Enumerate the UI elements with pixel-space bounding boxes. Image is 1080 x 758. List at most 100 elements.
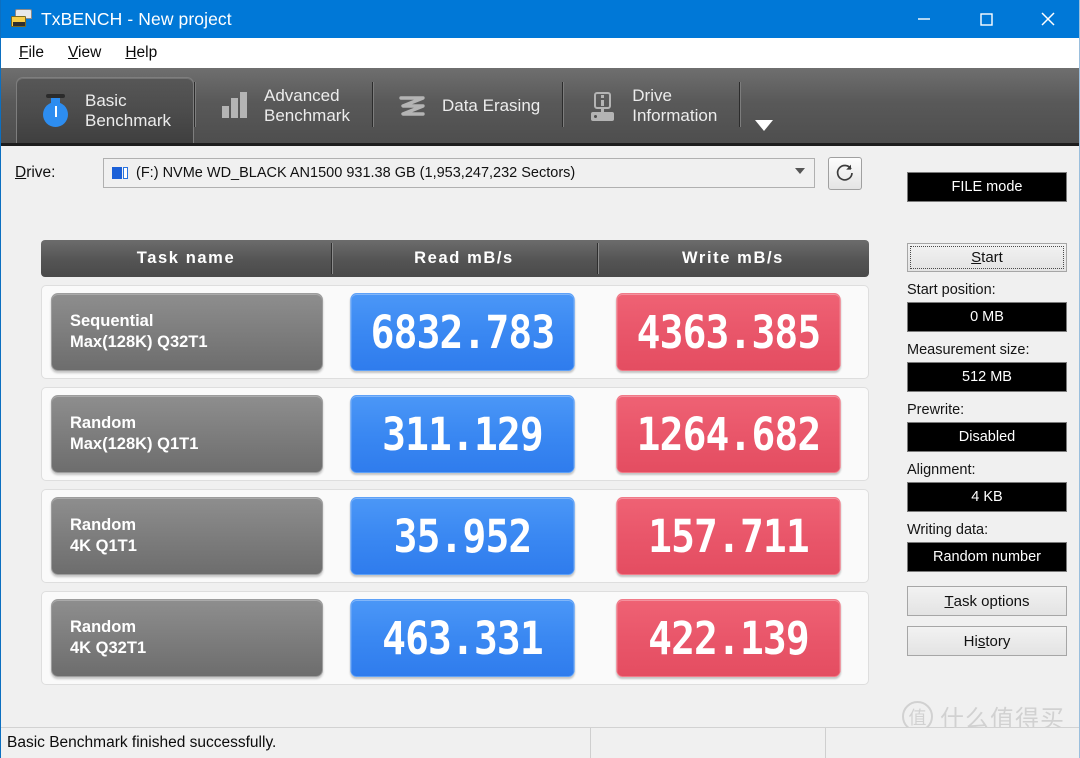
prewrite-value[interactable]: Disabled [907,422,1067,452]
task-name-button[interactable]: Random 4K Q1T1 [51,497,323,575]
maximize-button[interactable] [955,0,1017,38]
task-name-button[interactable]: Random Max(128K) Q1T1 [51,395,323,473]
task-options-accel: T [944,592,954,610]
results-header: Task name Read mB/s Write mB/s [41,240,869,277]
chevron-down-icon [755,120,774,131]
menu-help-label: elp [136,44,158,61]
task-name-button[interactable]: Sequential Max(128K) Q32T1 [51,293,323,371]
app-drive-icon [9,8,35,30]
txbench-window: TxBENCH - New project File View Help Bas… [0,0,1080,758]
drive-small-icon [112,166,129,180]
header-task-name: Task name [136,249,236,267]
status-message: Basic Benchmark finished successfully. [1,728,591,758]
read-value: 463.331 [350,599,575,677]
drive-info-icon [586,88,620,124]
read-value: 311.129 [350,395,575,473]
drive-label-accel: D [15,164,27,181]
refresh-drives-button[interactable] [828,156,862,190]
start-button-label: tart [981,249,1003,266]
tab-basic-benchmark-label: Basic Benchmark [85,91,171,130]
menu-help[interactable]: Help [115,41,167,65]
tab-advanced-line2: Benchmark [263,105,350,125]
tab-advanced-benchmark-label: Advanced Benchmark [264,86,350,125]
table-row: Random 4K Q1T1 35.952 157.711 [41,489,869,583]
refresh-icon [836,164,853,181]
menu-view-accel: V [67,44,79,61]
task-name-line2: 4K Q32T1 [70,639,147,657]
drive-select[interactable]: (F:) NVMe WD_BLACK AN1500 931.38 GB (1,9… [103,158,815,188]
menu-bar: File View Help [1,38,1079,68]
start-button[interactable]: Start [907,243,1067,272]
menu-help-accel: H [125,44,137,61]
task-name-line1: Random [70,617,136,636]
tab-driveinfo-line2: Information [632,105,718,125]
history-label-post: tory [985,632,1011,650]
task-name-line2: Max(128K) Q32T1 [70,333,208,351]
tab-overflow-button[interactable] [741,68,787,143]
status-cell-tertiary [826,728,1079,758]
tab-basic-benchmark[interactable]: Basic Benchmark [16,77,194,143]
chevron-down-icon [795,168,805,174]
window-controls [893,0,1079,38]
file-mode-button[interactable]: FILE mode [907,172,1067,202]
minimize-button[interactable] [893,0,955,38]
window-title: TxBENCH - New project [41,8,232,29]
tab-driveinfo-line1: Drive [632,85,672,105]
tab-data-erasing-label: Data Erasing [441,95,541,115]
history-button[interactable]: Hi s tory [907,626,1067,656]
header-read: Read mB/s [331,240,597,277]
benchmark-results: Task name Read mB/s Write mB/s Sequentia… [41,240,869,685]
writing-data-value[interactable]: Random number [907,542,1067,572]
history-label-pre: Hi [963,632,978,650]
menu-view-label: iew [78,44,102,61]
task-name-line1: Random [70,413,136,432]
tab-advanced-line1: Advanced [263,85,340,105]
task-options-label: ask options [953,592,1030,610]
drive-select-value: (F:) NVMe WD_BLACK AN1500 931.38 GB (1,9… [136,165,576,181]
task-name-line1: Sequential [70,311,154,330]
task-name-line1: Random [70,515,136,534]
alignment-label: Alignment: [907,462,976,478]
table-row: Sequential Max(128K) Q32T1 6832.783 4363… [41,285,869,379]
status-bar: Basic Benchmark finished successfully. [1,727,1079,758]
options-panel: FILE mode Start Start position: 0 MB Mea… [907,172,1069,656]
prewrite-label: Prewrite: [907,402,965,418]
read-value: 35.952 [350,497,575,575]
drive-label: Drive: [15,164,115,182]
tab-drive-information[interactable]: Drive Information [564,68,739,143]
history-accel: s [977,632,986,650]
tab-strip: Basic Benchmark Advanced Benchmark Data … [1,68,1079,146]
start-position-label: Start position: [907,282,996,298]
table-row: Random 4K Q32T1 463.331 422.139 [41,591,869,685]
title-bar: TxBENCH - New project [1,0,1079,38]
start-button-accel: S [971,249,982,266]
table-row: Random Max(128K) Q1T1 311.129 1264.682 [41,387,869,481]
read-value: 6832.783 [350,293,575,371]
menu-file-label: ile [28,44,44,61]
write-value: 4363.385 [616,293,841,371]
measurement-size-value[interactable]: 512 MB [907,362,1067,392]
bar-chart-icon [218,88,252,124]
menu-file[interactable]: File [9,41,54,65]
stopwatch-icon [39,93,73,129]
task-name-line2: 4K Q1T1 [70,537,137,555]
tab-drive-information-label: Drive Information [632,86,717,125]
task-options-button[interactable]: Task options [907,586,1067,616]
erase-icon [396,88,430,124]
header-write: Write mB/s [597,240,869,277]
drive-label-text: rive: [26,164,56,181]
status-cell-secondary [591,728,826,758]
start-position-value[interactable]: 0 MB [907,302,1067,332]
task-name-line2: Max(128K) Q1T1 [70,435,199,453]
tab-basic-line2: Benchmark [85,110,171,130]
measurement-size-label: Measurement size: [907,342,1030,358]
tab-basic-line1: Basic [85,90,127,110]
tab-data-erasing[interactable]: Data Erasing [374,68,562,143]
writing-data-label: Writing data: [907,522,989,538]
write-value: 1264.682 [616,395,841,473]
task-name-button[interactable]: Random 4K Q32T1 [51,599,323,677]
menu-view[interactable]: View [58,41,111,65]
tab-advanced-benchmark[interactable]: Advanced Benchmark [196,68,372,143]
alignment-value[interactable]: 4 KB [907,482,1067,512]
close-button[interactable] [1017,0,1079,38]
